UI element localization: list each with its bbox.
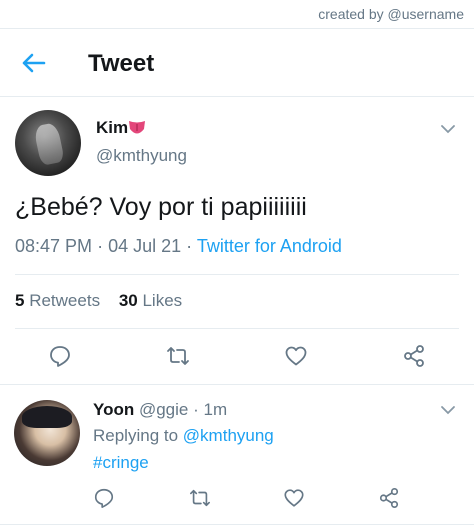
tongue-emoji-icon	[129, 121, 145, 134]
tweet-date: 04 Jul 21	[108, 236, 182, 256]
replying-to: Replying to @kmthyung	[93, 426, 274, 446]
likes-label: Likes	[142, 291, 183, 310]
top-bar: Tweet	[0, 30, 474, 96]
credit-watermark: created by @username	[318, 6, 464, 22]
chevron-down-icon[interactable]	[440, 124, 456, 134]
author-name[interactable]: Kim	[96, 118, 128, 138]
likes-stat[interactable]: 30 Likes	[119, 291, 182, 310]
tweet-time: 08:47 PM	[15, 236, 93, 256]
divider	[0, 96, 474, 97]
like-icon[interactable]	[283, 487, 305, 509]
retweets-stat[interactable]: 5 Retweets	[15, 291, 100, 310]
share-icon[interactable]	[402, 344, 426, 368]
author-handle[interactable]: @kmthyung	[96, 146, 187, 166]
chevron-down-icon[interactable]	[440, 405, 456, 415]
reply-header: Yoon @ggie · 1m	[93, 400, 227, 420]
divider	[0, 524, 474, 525]
avatar[interactable]	[14, 400, 80, 466]
tweet-source-link[interactable]: Twitter for Android	[197, 236, 342, 256]
avatar[interactable]	[15, 110, 81, 176]
hashtag-link[interactable]: #cringe	[93, 453, 149, 473]
reply-author-handle[interactable]: @ggie	[139, 400, 188, 419]
tweet-text: ¿Bebé? Voy por ti papiiiiiiii	[15, 193, 307, 221]
meta-separator: ·	[186, 236, 197, 256]
back-arrow-icon[interactable]	[20, 52, 46, 74]
divider	[15, 328, 459, 329]
retweets-label: Retweets	[29, 291, 101, 310]
divider	[15, 274, 459, 275]
reply-icon[interactable]	[93, 487, 115, 509]
reply-author-name[interactable]: Yoon	[93, 400, 134, 419]
retweet-icon[interactable]	[166, 344, 190, 368]
reply-age: 1m	[203, 400, 228, 419]
meta-separator: ·	[193, 400, 204, 419]
replying-mention-link[interactable]: @kmthyung	[183, 426, 274, 445]
divider	[0, 384, 474, 385]
tweet-stats: 5 Retweets 30 Likes	[15, 291, 182, 311]
retweet-icon[interactable]	[189, 487, 211, 509]
replying-label: Replying to	[93, 426, 179, 445]
page-title: Tweet	[88, 50, 155, 77]
tweet-meta: 08:47 PM · 04 Jul 21 · Twitter for Andro…	[15, 236, 342, 257]
like-icon[interactable]	[284, 344, 308, 368]
retweets-count: 5	[15, 291, 25, 310]
share-icon[interactable]	[378, 487, 400, 509]
meta-separator: ·	[97, 236, 109, 256]
divider	[0, 28, 474, 29]
reply-icon[interactable]	[48, 344, 72, 368]
likes-count: 30	[118, 291, 138, 310]
